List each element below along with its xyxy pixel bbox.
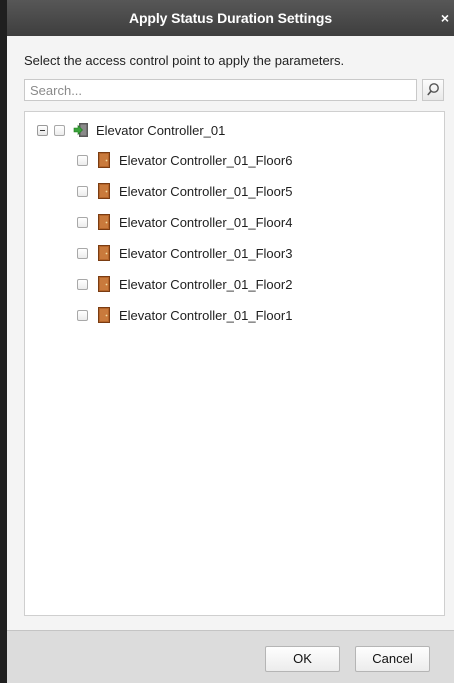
search-button[interactable] — [422, 79, 444, 101]
door-icon — [98, 307, 110, 323]
cancel-button[interactable]: Cancel — [355, 646, 430, 672]
checkbox-floor3[interactable] — [77, 247, 88, 259]
checkbox-floor4[interactable] — [77, 216, 88, 228]
search-input[interactable] — [24, 79, 417, 101]
checkbox-elevator-controller[interactable] — [54, 124, 65, 136]
dialog-footer: OK Cancel — [7, 630, 454, 683]
tree-node-label: Elevator Controller_01_Floor4 — [119, 214, 293, 230]
tree-node-floor4[interactable]: Elevator Controller_01_Floor4 — [77, 211, 292, 233]
tree-node-label: Elevator Controller_01_Floor5 — [119, 183, 293, 199]
tree-node-floor6[interactable]: Elevator Controller_01_Floor6 — [77, 149, 292, 171]
instruction-text: Select the access control point to apply… — [24, 53, 345, 68]
access-point-tree: Elevator Controller_01 Elevator Controll… — [24, 111, 445, 616]
tree-node-elevator-controller[interactable]: Elevator Controller_01 — [37, 119, 225, 141]
dialog-body: Select the access control point to apply… — [7, 36, 454, 630]
checkbox-floor1[interactable] — [77, 309, 88, 321]
elevator-controller-icon — [73, 122, 90, 138]
close-icon[interactable]: × — [438, 0, 452, 36]
apply-status-duration-dialog: Apply Status Duration Settings × Select … — [0, 0, 454, 683]
checkbox-floor2[interactable] — [77, 278, 88, 290]
tree-node-floor5[interactable]: Elevator Controller_01_Floor5 — [77, 180, 292, 202]
title-bar[interactable]: Apply Status Duration Settings × — [7, 0, 454, 36]
search-bar — [24, 79, 445, 105]
tree-node-floor2[interactable]: Elevator Controller_01_Floor2 — [77, 273, 292, 295]
door-icon — [98, 214, 110, 230]
door-icon — [98, 276, 110, 292]
checkbox-floor6[interactable] — [77, 154, 88, 166]
search-icon — [427, 83, 439, 96]
tree-node-label: Elevator Controller_01_Floor6 — [119, 152, 293, 168]
tree-node-floor1[interactable]: Elevator Controller_01_Floor1 — [77, 304, 292, 326]
collapse-icon[interactable] — [37, 124, 48, 136]
tree-node-label: Elevator Controller_01_Floor2 — [119, 276, 293, 292]
tree-node-floor3[interactable]: Elevator Controller_01_Floor3 — [77, 242, 292, 264]
door-icon — [98, 152, 110, 168]
tree-node-label: Elevator Controller_01_Floor3 — [119, 245, 293, 261]
dialog-title: Apply Status Duration Settings — [128, 10, 333, 26]
door-icon — [98, 183, 110, 199]
ok-button[interactable]: OK — [265, 646, 340, 672]
checkbox-floor5[interactable] — [77, 185, 88, 197]
tree-node-label: Elevator Controller_01_Floor1 — [119, 307, 293, 323]
door-icon — [98, 245, 110, 261]
tree-node-label: Elevator Controller_01 — [96, 122, 226, 138]
